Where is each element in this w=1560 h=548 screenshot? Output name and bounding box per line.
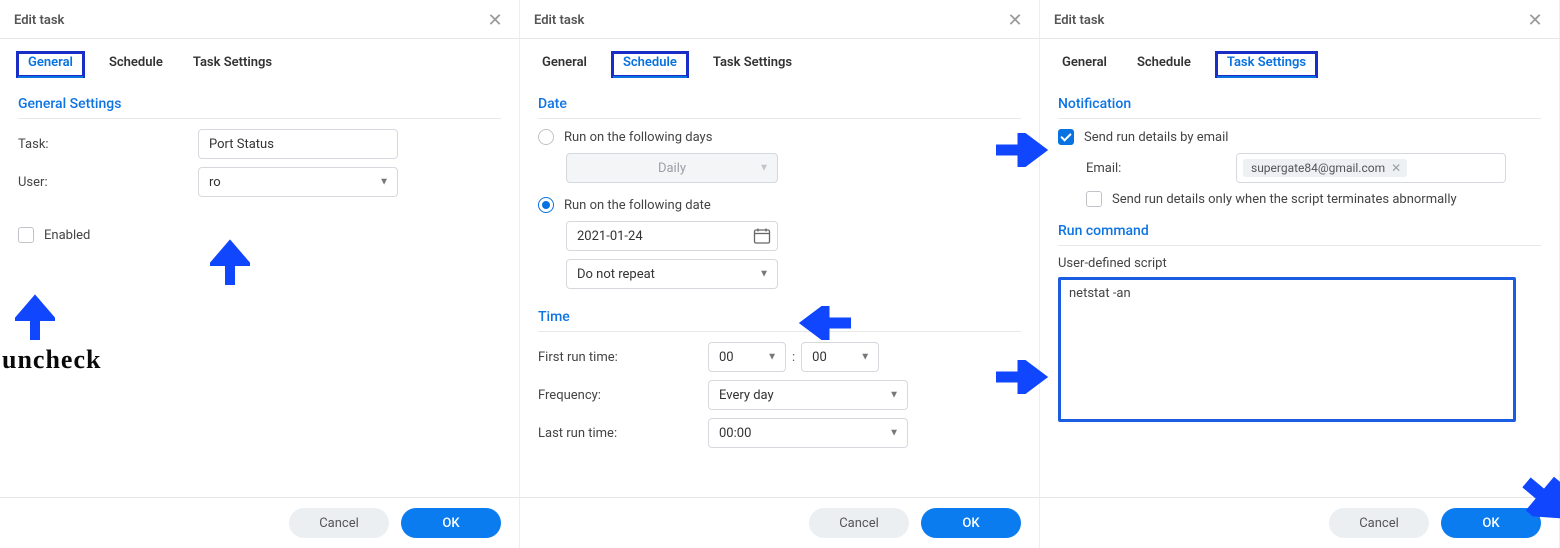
date-input-value: 2021-01-24 — [577, 229, 643, 244]
tab-task-settings[interactable]: Task Settings — [1217, 53, 1316, 76]
abnormal-label: Send run details only when the script te… — [1112, 192, 1457, 207]
ok-button[interactable]: OK — [401, 508, 501, 538]
tab-schedule[interactable]: Schedule — [613, 53, 687, 76]
minute-select-value: 00 — [812, 350, 827, 365]
annotation-arrow-up-icon — [210, 235, 250, 285]
send-details-checkbox[interactable] — [1058, 129, 1074, 145]
dialog-title: Edit task — [534, 13, 584, 28]
chevron-down-icon: ▼ — [767, 352, 777, 363]
tab-task-settings[interactable]: Task Settings — [189, 53, 276, 76]
annotation-text: uncheck — [2, 345, 101, 375]
cancel-button[interactable]: Cancel — [1329, 508, 1429, 538]
date-input[interactable]: 2021-01-24 — [566, 221, 778, 251]
repeat-select-value: Do not repeat — [577, 267, 655, 282]
enabled-checkbox[interactable] — [18, 227, 34, 243]
repeat-select[interactable]: Do not repeat ▼ — [566, 259, 778, 289]
email-input[interactable]: supergate84@gmail.com ✕ — [1236, 153, 1506, 183]
frequency-select[interactable]: Every day ▼ — [708, 380, 908, 410]
days-select: Daily ▼ — [566, 153, 778, 183]
tab-general[interactable]: General — [18, 53, 83, 76]
script-textarea[interactable] — [1058, 277, 1516, 422]
close-icon[interactable]: ✕ — [485, 10, 505, 30]
task-label: Task: — [18, 137, 198, 152]
frequency-select-value: Every day — [719, 388, 774, 403]
chevron-down-icon: ▼ — [889, 428, 899, 439]
tab-task-settings[interactable]: Task Settings — [709, 53, 796, 76]
remove-tag-icon[interactable]: ✕ — [1391, 161, 1401, 175]
close-icon[interactable]: ✕ — [1005, 10, 1025, 30]
section-time: Time — [538, 303, 1021, 332]
annotation-arrow-right-icon — [996, 133, 1051, 167]
chevron-down-icon: ▼ — [759, 269, 769, 280]
email-tag-value: supergate84@gmail.com — [1251, 161, 1385, 175]
tab-schedule[interactable]: Schedule — [105, 53, 167, 76]
user-select[interactable]: ro ▼ — [198, 167, 398, 197]
ok-button[interactable]: OK — [1441, 508, 1541, 538]
minute-select[interactable]: 00 ▼ — [801, 342, 879, 372]
email-tag: supergate84@gmail.com ✕ — [1243, 159, 1407, 177]
chevron-down-icon: ▼ — [379, 177, 389, 188]
section-notification: Notification — [1058, 90, 1541, 119]
chevron-down-icon: ▼ — [860, 352, 870, 363]
close-icon[interactable]: ✕ — [1525, 10, 1545, 30]
cancel-button[interactable]: Cancel — [289, 508, 389, 538]
hour-select[interactable]: 00 ▼ — [708, 342, 786, 372]
script-label: User-defined script — [1058, 256, 1541, 271]
section-date: Date — [538, 90, 1021, 119]
tab-general[interactable]: General — [1058, 53, 1111, 76]
frequency-label: Frequency: — [538, 388, 708, 403]
chevron-down-icon: ▼ — [889, 390, 899, 401]
email-label: Email: — [1086, 161, 1236, 176]
chevron-down-icon: ▼ — [759, 163, 769, 174]
ok-button[interactable]: OK — [921, 508, 1021, 538]
first-run-label: First run time: — [538, 350, 708, 365]
time-colon: : — [792, 350, 795, 365]
annotation-arrow-left-icon — [796, 306, 851, 340]
last-run-select[interactable]: 00:00 ▼ — [708, 418, 908, 448]
hour-select-value: 00 — [719, 350, 734, 365]
send-details-label: Send run details by email — [1084, 130, 1228, 145]
annotation-arrow-right-icon — [996, 360, 1051, 394]
section-run-command: Run command — [1058, 217, 1541, 246]
task-input[interactable]: Port Status — [198, 129, 398, 159]
dialog-title: Edit task — [14, 13, 64, 28]
section-general-settings: General Settings — [18, 90, 501, 119]
cancel-button[interactable]: Cancel — [809, 508, 909, 538]
run-days-radio[interactable] — [538, 129, 554, 145]
run-days-label: Run on the following days — [564, 130, 712, 145]
task-input-value: Port Status — [209, 137, 274, 152]
annotation-arrow-up-icon — [15, 290, 55, 340]
user-label: User: — [18, 175, 198, 190]
last-run-select-value: 00:00 — [719, 426, 751, 441]
abnormal-checkbox[interactable] — [1086, 191, 1102, 207]
run-date-radio[interactable] — [538, 197, 554, 213]
run-date-label: Run on the following date — [564, 198, 711, 213]
enabled-label: Enabled — [44, 228, 90, 243]
calendar-icon — [753, 227, 771, 245]
tab-general[interactable]: General — [538, 53, 591, 76]
dialog-title: Edit task — [1054, 13, 1104, 28]
last-run-label: Last run time: — [538, 426, 708, 441]
days-select-value: Daily — [658, 161, 686, 176]
user-select-value: ro — [209, 175, 221, 190]
tab-schedule[interactable]: Schedule — [1133, 53, 1195, 76]
